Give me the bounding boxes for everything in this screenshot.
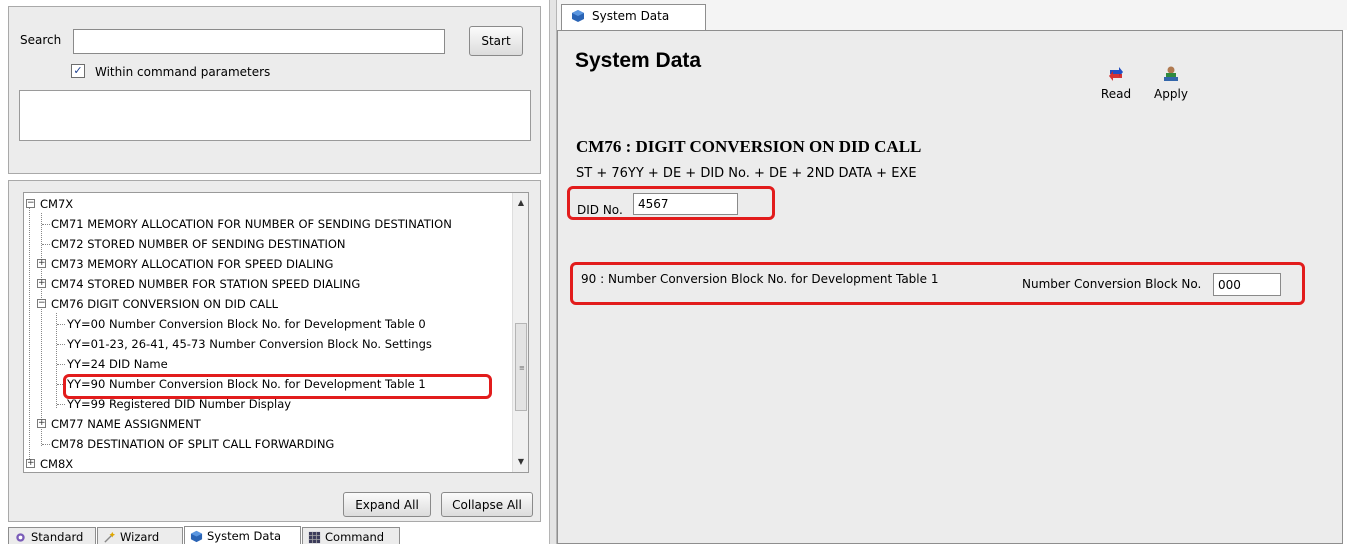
collapse-icon[interactable]: − bbox=[26, 199, 35, 208]
split-divider[interactable] bbox=[549, 0, 557, 544]
command-title: CM76 : DIGIT CONVERSION ON DID CALL bbox=[576, 137, 922, 156]
tree-item-cm71[interactable]: CM71 MEMORY ALLOCATION FOR NUMBER OF SEN… bbox=[51, 214, 452, 234]
tree-branch bbox=[42, 444, 50, 445]
tab-standard-label: Standard bbox=[31, 530, 84, 544]
read-button[interactable]: Read bbox=[1093, 65, 1139, 111]
search-results-box[interactable] bbox=[19, 90, 531, 141]
tree-item-cm77[interactable]: CM77 NAME ASSIGNMENT bbox=[51, 414, 201, 434]
tree-item-yy00[interactable]: YY=00 Number Conversion Block No. for De… bbox=[67, 314, 426, 334]
command-tree[interactable]: − CM7X CM71 MEMORY ALLOCATION FOR NUMBER… bbox=[23, 192, 529, 473]
tab-wizard[interactable]: Wizard bbox=[97, 527, 183, 544]
within-parameters-checkbox[interactable]: ✓ bbox=[71, 64, 85, 78]
tree-item-yy99[interactable]: YY=99 Registered DID Number Display bbox=[67, 394, 291, 414]
cube-icon bbox=[190, 530, 203, 543]
number-conversion-block-input[interactable] bbox=[1213, 273, 1281, 296]
expand-icon[interactable]: + bbox=[26, 459, 35, 468]
tree-scrollbar[interactable]: ▲ ≡ ▼ bbox=[512, 193, 528, 472]
tree-item-cm78[interactable]: CM78 DESTINATION OF SPLIT CALL FORWARDIN… bbox=[51, 434, 334, 454]
cube-icon bbox=[572, 10, 584, 22]
tree-line-root bbox=[29, 203, 30, 463]
tree-item-yy90[interactable]: YY=90 Number Conversion Block No. for De… bbox=[67, 374, 426, 394]
page-title: System Data bbox=[575, 49, 702, 72]
scroll-thumb[interactable]: ≡ bbox=[515, 323, 527, 411]
tab-standard[interactable]: Standard bbox=[8, 527, 96, 544]
expand-icon[interactable]: + bbox=[37, 419, 46, 428]
tree-item-cm76[interactable]: CM76 DIGIT CONVERSION ON DID CALL bbox=[51, 294, 278, 314]
tab-system-data-document[interactable]: System Data bbox=[561, 4, 706, 31]
read-icon bbox=[1109, 67, 1123, 81]
tab-system-data-label: System Data bbox=[207, 529, 281, 543]
tab-command-label: Command bbox=[325, 530, 385, 544]
expand-icon[interactable]: + bbox=[37, 279, 46, 288]
grip-icon: ≡ bbox=[519, 364, 525, 372]
tree-item-cm7x[interactable]: CM7X bbox=[40, 194, 73, 214]
tree-branch bbox=[57, 404, 65, 405]
search-panel: Search Start ✓ Within command parameters bbox=[8, 6, 541, 174]
tab-command[interactable]: Command bbox=[302, 527, 400, 544]
start-button[interactable]: Start bbox=[469, 26, 523, 56]
right-pane: System Data System Data Read Apply CM76 … bbox=[557, 0, 1347, 544]
apply-button[interactable]: Apply bbox=[1148, 65, 1194, 111]
tree-branch bbox=[57, 344, 65, 345]
tree-item-yy24[interactable]: YY=24 DID Name bbox=[67, 354, 168, 374]
tree-branch bbox=[57, 384, 65, 385]
tree-branch bbox=[57, 324, 65, 325]
command-formula: ST + 76YY + DE + DID No. + DE + 2ND DATA… bbox=[576, 166, 917, 181]
within-parameters-label: Within command parameters bbox=[95, 65, 271, 79]
search-input[interactable] bbox=[73, 29, 445, 54]
collapse-all-button[interactable]: Collapse All bbox=[441, 492, 533, 517]
grid-icon bbox=[308, 531, 321, 544]
collapse-icon[interactable]: − bbox=[37, 299, 46, 308]
did-number-input[interactable] bbox=[633, 193, 738, 215]
document-tab-strip: System Data bbox=[557, 0, 1347, 31]
system-data-content: System Data Read Apply CM76 : DIGIT CONV… bbox=[557, 30, 1343, 544]
tree-branch bbox=[42, 224, 50, 225]
did-number-label: DID No. bbox=[577, 203, 623, 217]
apply-label: Apply bbox=[1154, 87, 1188, 101]
scroll-down-icon[interactable]: ▼ bbox=[513, 454, 528, 470]
expand-all-button[interactable]: Expand All bbox=[343, 492, 431, 517]
tree-panel: − CM7X CM71 MEMORY ALLOCATION FOR NUMBER… bbox=[8, 180, 541, 522]
scroll-up-icon[interactable]: ▲ bbox=[513, 195, 528, 211]
tree-item-cm8x[interactable]: CM8X bbox=[40, 454, 73, 472]
document-tab-label: System Data bbox=[592, 9, 670, 23]
tree-item-yy01-73[interactable]: YY=01-23, 26-41, 45-73 Number Conversion… bbox=[67, 334, 432, 354]
apply-icon bbox=[1164, 66, 1178, 81]
tree-branch bbox=[42, 244, 50, 245]
tree-item-cm73[interactable]: CM73 MEMORY ALLOCATION FOR SPEED DIALING bbox=[51, 254, 333, 274]
left-pane: Search Start ✓ Within command parameters… bbox=[0, 0, 549, 544]
tree-line-cm76 bbox=[56, 313, 57, 408]
tree-item-cm74[interactable]: CM74 STORED NUMBER FOR STATION SPEED DIA… bbox=[51, 274, 360, 294]
tab-wizard-label: Wizard bbox=[120, 530, 160, 544]
wizard-icon bbox=[104, 531, 116, 543]
parameter-label: 90 : Number Conversion Block No. for Dev… bbox=[581, 272, 939, 286]
tree-line-cm7x bbox=[41, 213, 42, 446]
tab-system-data[interactable]: System Data bbox=[184, 526, 301, 544]
tree-branch bbox=[57, 364, 65, 365]
expand-icon[interactable]: + bbox=[37, 259, 46, 268]
read-label: Read bbox=[1100, 87, 1132, 101]
number-conversion-block-label: Number Conversion Block No. bbox=[1022, 277, 1202, 291]
gear-icon bbox=[16, 533, 25, 542]
tree-item-cm72[interactable]: CM72 STORED NUMBER OF SENDING DESTINATIO… bbox=[51, 234, 346, 254]
search-label: Search bbox=[20, 33, 62, 47]
